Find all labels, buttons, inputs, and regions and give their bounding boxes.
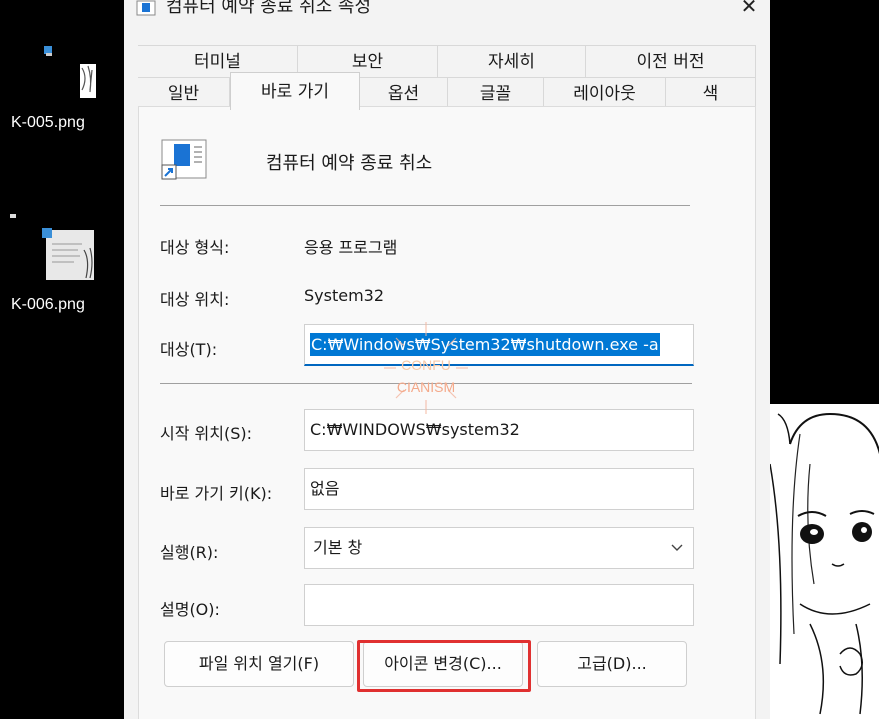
- wallpaper-illustration: [770, 404, 879, 719]
- properties-dialog: 컴퓨터 예약 종료 취소 속성 ✕ 터미널 보안 자세히 이전 버전 일반 바로…: [124, 0, 770, 719]
- target-label: 대상(T):: [160, 340, 218, 359]
- shortcut-key-label: 바로 가기 키(K):: [160, 484, 273, 503]
- open-file-location-button[interactable]: 파일 위치 열기(F): [164, 641, 354, 687]
- tab-colors[interactable]: 색: [666, 77, 756, 109]
- dialog-title: 컴퓨터 예약 종료 취소 속성: [166, 0, 372, 17]
- shortcut-key-input[interactable]: 없음: [304, 468, 694, 510]
- start-in-input[interactable]: C:₩WINDOWS₩system32: [304, 409, 694, 451]
- tab-font[interactable]: 글꼴: [448, 77, 544, 109]
- divider: [160, 205, 690, 206]
- shortcut-app-icon: [161, 139, 207, 180]
- run-select[interactable]: 기본 창: [304, 527, 694, 569]
- run-select-value: 기본 창: [313, 538, 363, 557]
- target-type-label: 대상 형식:: [160, 238, 230, 257]
- comment-label: 설명(O):: [160, 600, 220, 619]
- desktop-file-label[interactable]: K-005.png: [11, 114, 85, 132]
- target-input-value: C:₩Windows₩System32₩shutdown.exe -a: [310, 333, 660, 356]
- tab-general[interactable]: 일반: [138, 77, 230, 109]
- divider: [160, 383, 692, 384]
- shortcut-app-icon: [136, 0, 156, 16]
- comment-input[interactable]: [304, 584, 694, 626]
- desktop-file-label[interactable]: K-006.png: [11, 296, 85, 314]
- image-file-icon: [10, 214, 94, 280]
- tab-details[interactable]: 자세히: [438, 45, 586, 77]
- target-input[interactable]: C:₩Windows₩System32₩shutdown.exe -a: [304, 324, 694, 366]
- desktop-file-icon[interactable]: [42, 44, 100, 100]
- desktop-file-icon[interactable]: [8, 210, 98, 282]
- chevron-down-icon: [671, 528, 683, 568]
- image-file-icon: [44, 46, 96, 98]
- target-location-value: System32: [304, 286, 385, 305]
- title-bar[interactable]: 컴퓨터 예약 종료 취소 속성 ✕: [124, 0, 770, 18]
- advanced-button[interactable]: 고급(D)...: [537, 641, 687, 687]
- change-icon-button[interactable]: 아이콘 변경(C)...: [363, 641, 523, 687]
- tab-previous-versions[interactable]: 이전 버전: [586, 45, 756, 77]
- target-type-value: 응용 프로그램: [304, 238, 398, 257]
- tab-layout[interactable]: 레이아웃: [544, 77, 666, 109]
- tab-options[interactable]: 옵션: [360, 77, 448, 109]
- shortcut-name: 컴퓨터 예약 종료 취소: [266, 153, 433, 174]
- start-in-label: 시작 위치(S):: [160, 424, 252, 443]
- run-label: 실행(R):: [160, 543, 219, 562]
- tab-shortcut[interactable]: 바로 가기: [230, 72, 360, 110]
- close-icon[interactable]: ✕: [736, 0, 762, 18]
- target-location-label: 대상 위치:: [160, 290, 230, 309]
